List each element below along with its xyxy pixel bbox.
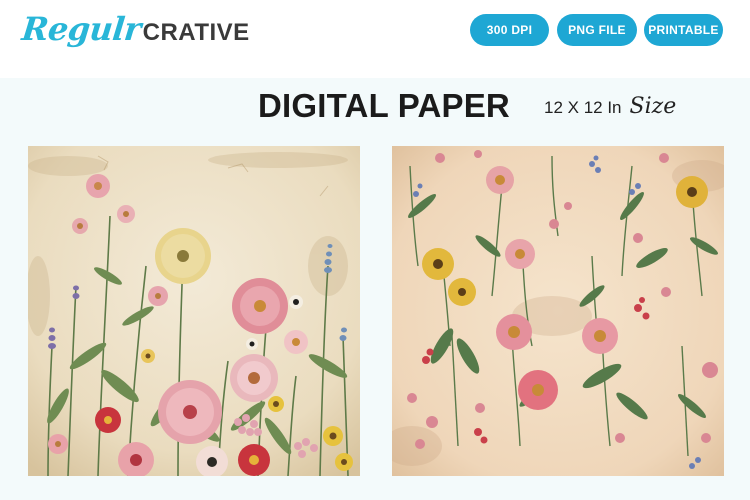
wildflower-meadow-illustration [28, 146, 360, 476]
brand-logo[interactable]: RegulrCRATIVE [20, 10, 250, 54]
preview-image-pattern[interactable] [392, 146, 724, 476]
wildflower-pattern-illustration [392, 146, 724, 476]
badge-printable: PRINTABLE [644, 14, 723, 46]
badge-300-dpi: 300 DPI [470, 14, 549, 46]
brand-logo-wordmark: CRATIVE [142, 19, 250, 46]
page-title: DIGITAL PAPER [258, 87, 510, 124]
size-word: Size [629, 94, 677, 119]
header-bar: RegulrCRATIVE 300 DPI PNG FILE PRINTABLE [0, 0, 750, 78]
size-info: 12 X 12 In Size [544, 90, 676, 124]
brand-logo-script: Regulr [20, 10, 143, 48]
size-dimension: 12 X 12 In [544, 98, 622, 117]
badge-png-file: PNG FILE [557, 14, 637, 46]
preview-image-meadow[interactable] [28, 146, 360, 476]
